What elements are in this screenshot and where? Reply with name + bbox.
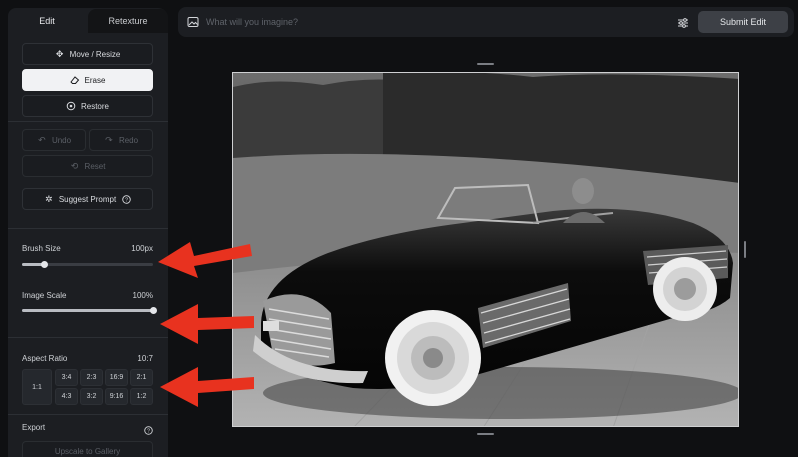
svg-text:?: ?: [147, 428, 150, 434]
settings-sliders-icon[interactable]: [677, 16, 689, 34]
export-help-icon[interactable]: ?: [144, 422, 153, 440]
annotation-arrow-brush-size: [158, 242, 252, 278]
car-photo: [233, 73, 738, 426]
aspect-option[interactable]: 4:3: [55, 388, 78, 405]
eraser-icon: [69, 75, 80, 85]
export-label: Export: [22, 423, 46, 432]
upscale-to-gallery-button[interactable]: Upscale to Gallery: [22, 441, 153, 457]
restore-icon: [66, 101, 76, 111]
image-scale-value: 100%: [132, 291, 153, 300]
undo-icon: ↶: [38, 134, 46, 145]
suggest-prompt-label: Suggest Prompt: [58, 194, 117, 204]
brush-size-slider[interactable]: [22, 261, 153, 268]
image-canvas[interactable]: [232, 72, 739, 427]
sparkle-icon: ✲: [45, 193, 53, 204]
brush-size-label: Brush Size: [22, 244, 61, 253]
redo-icon: ↷: [105, 134, 113, 145]
image-icon[interactable]: [187, 15, 199, 33]
image-scale-slider[interactable]: [22, 307, 157, 314]
resize-handle-right[interactable]: [744, 241, 746, 258]
move-resize-button[interactable]: ✥ Move / Resize: [22, 43, 153, 65]
aspect-option[interactable]: 16:9: [105, 369, 128, 386]
move-resize-label: Move / Resize: [69, 49, 121, 59]
tab-edit[interactable]: Edit: [8, 8, 86, 34]
svg-text:?: ?: [125, 197, 128, 203]
aspect-ratio-label: Aspect Ratio: [22, 354, 68, 363]
tab-bar: Edit Retexture: [8, 8, 168, 34]
aspect-option[interactable]: 2:1: [130, 369, 153, 386]
redo-button[interactable]: ↷ Redo: [89, 129, 153, 151]
aspect-option[interactable]: 3:2: [80, 388, 103, 405]
divider: [8, 337, 168, 338]
suggest-prompt-button[interactable]: ✲ Suggest Prompt ?: [22, 188, 153, 210]
divider: [8, 228, 168, 229]
undo-label: Undo: [51, 135, 72, 145]
annotation-arrow-aspect-ratio: [160, 367, 254, 407]
brush-size-value: 100px: [131, 244, 153, 253]
resize-handle-top[interactable]: [477, 63, 494, 65]
aspect-ratio-value: 10:7: [137, 354, 153, 363]
image-scale-label: Image Scale: [22, 291, 67, 300]
reset-icon: ⟲: [70, 160, 79, 171]
aspect-option[interactable]: 3:4: [55, 369, 78, 386]
tab-retexture[interactable]: Retexture: [88, 9, 168, 33]
help-icon: ?: [121, 194, 131, 204]
divider: [8, 121, 168, 122]
upscale-label: Upscale to Gallery: [54, 447, 121, 456]
aspect-option[interactable]: 9:16: [105, 388, 128, 405]
aspect-option[interactable]: 1:1: [22, 369, 52, 405]
annotation-arrow-image-scale: [160, 304, 254, 344]
erase-label: Erase: [84, 75, 106, 85]
redo-label: Redo: [118, 135, 139, 145]
aspect-option[interactable]: 2:3: [80, 369, 103, 386]
erase-button[interactable]: Erase: [22, 69, 153, 91]
restore-label: Restore: [80, 101, 109, 111]
restore-button[interactable]: Restore: [22, 95, 153, 117]
divider: [8, 414, 168, 415]
aspect-option[interactable]: 1:2: [130, 388, 153, 405]
reset-button[interactable]: ⟲ Reset: [22, 155, 153, 177]
resize-handle-bottom[interactable]: [477, 433, 494, 435]
move-icon: ✥: [55, 48, 64, 59]
image-scale-fill: [22, 309, 153, 312]
undo-button[interactable]: ↶ Undo: [22, 129, 86, 151]
aspect-ratio-grid: 1:1 3:4 2:3 16:9 2:1 4:3 3:2 9:16 1:2: [22, 369, 153, 405]
prompt-input[interactable]: [206, 13, 656, 31]
reset-label: Reset: [84, 161, 106, 171]
submit-edit-button[interactable]: Submit Edit: [698, 11, 788, 33]
